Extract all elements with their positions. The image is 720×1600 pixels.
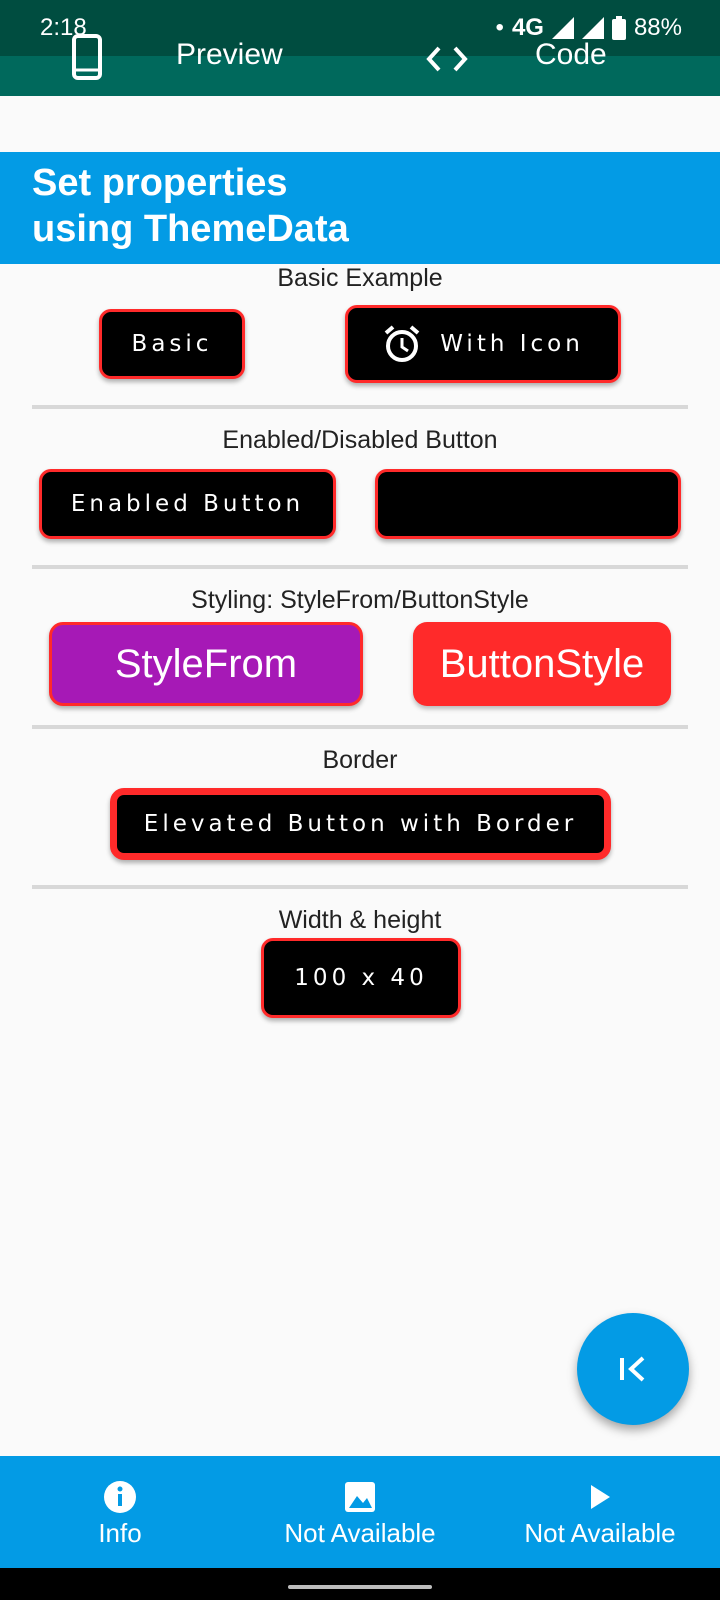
nav-label-image: Not Available (284, 1518, 436, 1548)
play-icon (589, 1480, 611, 1514)
divider (32, 885, 688, 889)
first-page-icon (617, 1354, 649, 1384)
status-bar: 2:18 • 4G 88% (0, 0, 720, 56)
phone-icon[interactable] (72, 34, 102, 85)
nav-label-play: Not Available (524, 1518, 676, 1548)
section-title-border: Border (322, 746, 398, 774)
buttonstyle-button[interactable]: ButtonStyle (413, 622, 671, 706)
tab-code[interactable]: Code (535, 38, 607, 72)
nav-item-play[interactable]: Not Available (510, 1456, 690, 1568)
section-title-enabled: Enabled/Disabled Button (222, 426, 498, 454)
with-icon-label: With Icon (440, 331, 584, 357)
system-nav-bar (0, 1568, 720, 1600)
enabled-button[interactable]: Enabled Button (39, 469, 336, 539)
fab-button[interactable] (577, 1313, 689, 1425)
image-icon (344, 1480, 376, 1514)
code-icon[interactable] (426, 46, 468, 77)
divider (32, 565, 688, 569)
with-icon-button[interactable]: With Icon (345, 305, 621, 383)
bottom-nav: Info Not Available Not Available (0, 1456, 720, 1568)
alarm-icon (382, 324, 422, 364)
page-title-line2: using ThemeData (32, 208, 349, 250)
signal-icon (551, 17, 574, 39)
app-bar: Preview Code (0, 34, 720, 96)
tab-preview[interactable]: Preview (176, 38, 283, 72)
nav-item-image[interactable]: Not Available (270, 1456, 450, 1568)
info-icon (103, 1480, 137, 1514)
section-title-size: Width & height (278, 906, 442, 934)
page-title-line1: Set properties (32, 162, 288, 204)
border-button[interactable]: Elevated Button with Border (110, 788, 611, 860)
disabled-button[interactable] (375, 469, 681, 539)
sized-button[interactable]: 100 x 40 (261, 938, 461, 1018)
divider (32, 405, 688, 409)
page-title: Set properties using ThemeData (0, 152, 720, 264)
home-indicator[interactable] (288, 1585, 432, 1589)
section-title-basic: Basic Example (277, 264, 443, 292)
nav-item-info[interactable]: Info (60, 1456, 180, 1568)
basic-button[interactable]: Basic (99, 309, 245, 379)
stylefrom-button[interactable]: StyleFrom (49, 622, 363, 706)
section-title-styling: Styling: StyleFrom/ButtonStyle (191, 586, 529, 614)
divider (32, 725, 688, 729)
signal-icon (581, 17, 604, 39)
notification-dot-icon: • (495, 14, 504, 41)
battery-level: 88% (633, 14, 682, 41)
battery-icon (611, 16, 626, 40)
nav-label-info: Info (98, 1518, 142, 1548)
